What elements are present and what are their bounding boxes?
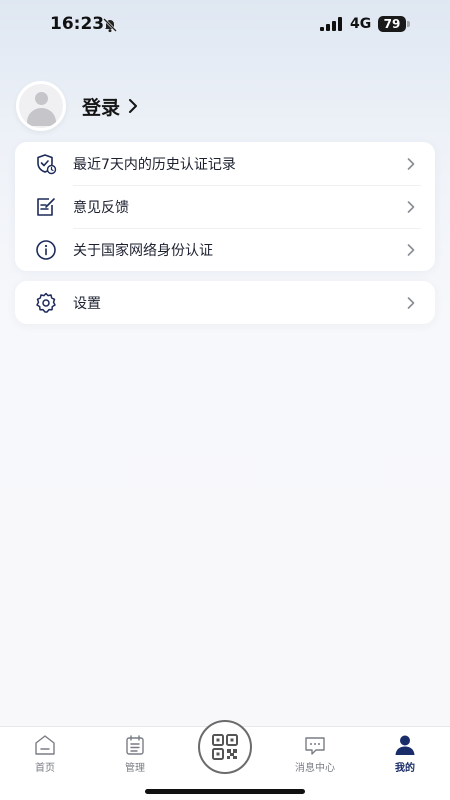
tab-mine[interactable]: 我的 xyxy=(360,727,450,787)
menu-item-label: 设置 xyxy=(73,295,101,312)
network-type: 4G xyxy=(350,16,372,32)
edit-feedback-icon xyxy=(37,198,55,216)
tab-label: 消息中心 xyxy=(295,763,335,774)
tab-label: 首页 xyxy=(35,763,55,774)
menu-item-settings[interactable]: 设置 xyxy=(15,281,435,324)
shield-history-icon xyxy=(37,154,57,175)
tab-manage[interactable]: 管理 xyxy=(90,727,180,787)
login-label: 登录 xyxy=(82,96,121,119)
chevron-right-icon xyxy=(407,201,415,213)
bell-off-icon xyxy=(103,18,117,33)
battery-level: 79 xyxy=(378,16,406,32)
menu-item-label: 关于国家网络身份认证 xyxy=(73,242,213,259)
chevron-right-icon xyxy=(407,297,415,309)
status-bar: 16:23 4G 79 xyxy=(0,0,450,48)
tab-messages[interactable]: 消息中心 xyxy=(270,727,360,787)
menu-item-label: 最近7天内的历史认证记录 xyxy=(73,156,236,173)
status-time: 16:23 xyxy=(50,14,105,34)
menu-card-settings: 设置 xyxy=(15,281,435,324)
battery-tip xyxy=(407,21,410,27)
battery-icon: 79 xyxy=(378,16,410,32)
menu-item-feedback[interactable]: 意见反馈 xyxy=(15,185,435,228)
home-indicator xyxy=(145,789,305,794)
tab-home[interactable]: 首页 xyxy=(0,727,90,787)
menu-item-about[interactable]: 关于国家网络身份认证 xyxy=(15,228,435,271)
tab-label: 管理 xyxy=(125,763,145,774)
calendar-list-icon xyxy=(126,735,144,755)
qr-scan-icon xyxy=(212,734,238,760)
tab-label: 我的 xyxy=(395,763,415,774)
chevron-right-icon xyxy=(129,99,138,113)
home-icon xyxy=(35,735,55,755)
qr-scan-button[interactable] xyxy=(198,720,252,774)
person-icon xyxy=(395,735,415,755)
chevron-right-icon xyxy=(407,158,415,170)
menu-item-label: 意见反馈 xyxy=(73,199,129,216)
message-icon xyxy=(305,737,325,755)
chevron-right-icon xyxy=(407,244,415,256)
menu-card-main: 最近7天内的历史认证记录 意见反馈 关于国家网络身份认证 xyxy=(15,142,435,271)
user-avatar-icon xyxy=(16,81,66,131)
menu-item-auth-history[interactable]: 最近7天内的历史认证记录 xyxy=(15,142,435,185)
gear-icon xyxy=(36,292,56,313)
info-icon xyxy=(36,240,56,260)
login-entry[interactable]: 登录 xyxy=(16,81,138,131)
signal-icon xyxy=(320,17,342,31)
